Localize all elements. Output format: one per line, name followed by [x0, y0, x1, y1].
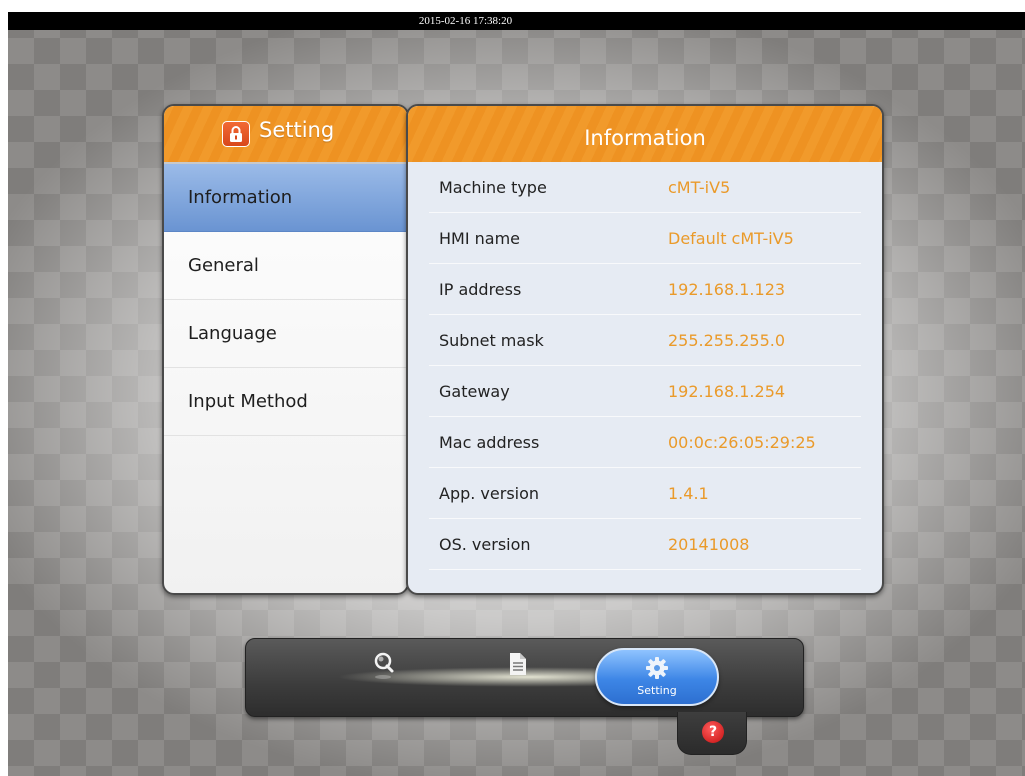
- info-row-os-version: OS. version 20141008: [429, 519, 861, 570]
- info-row-subnet-mask: Subnet mask 255.255.255.0: [429, 315, 861, 366]
- lock-icon: [222, 121, 250, 147]
- document-button[interactable]: [507, 651, 529, 683]
- info-label: Machine type: [439, 178, 547, 197]
- info-row-app-version: App. version 1.4.1: [429, 468, 861, 519]
- search-icon: [374, 652, 394, 679]
- info-row-mac-address: Mac address 00:0c:26:05:29:25: [429, 417, 861, 468]
- menu-item-label: General: [188, 255, 259, 276]
- information-panel: Information Machine type cMT-iV5 HMI nam…: [406, 104, 884, 595]
- info-value: Default cMT-iV5: [668, 229, 794, 248]
- info-row-ip-address: IP address 192.168.1.123: [429, 264, 861, 315]
- info-row-machine-type: Machine type cMT-iV5: [429, 162, 861, 213]
- bottom-dock: Setting: [245, 638, 804, 717]
- setting-button-label: Setting: [637, 684, 677, 697]
- info-value: 1.4.1: [668, 484, 709, 503]
- info-label: Subnet mask: [439, 331, 544, 350]
- settings-menu-title: Setting: [259, 118, 335, 142]
- status-datetime: 2015-02-16 17:38:20: [418, 15, 513, 27]
- info-label: OS. version: [439, 535, 531, 554]
- info-value: 20141008: [668, 535, 750, 554]
- menu-item-label: Input Method: [188, 391, 308, 412]
- settings-menu-panel: Setting Information General Language Inp…: [162, 104, 409, 595]
- document-icon: [510, 653, 526, 675]
- info-value: 255.255.255.0: [668, 331, 786, 350]
- hmi-screen: 2015-02-16 17:38:20 Setting Information …: [8, 12, 1025, 776]
- search-button[interactable]: [372, 651, 396, 685]
- info-value: 192.168.1.254: [668, 382, 786, 401]
- settings-menu-header: Setting: [164, 106, 407, 164]
- setting-button[interactable]: Setting: [595, 648, 719, 706]
- information-list: Machine type cMT-iV5 HMI name Default cM…: [408, 162, 882, 570]
- info-label: IP address: [439, 280, 522, 299]
- info-label: Gateway: [439, 382, 510, 401]
- menu-item-label: Information: [188, 187, 293, 208]
- help-tab[interactable]: ?: [677, 712, 747, 755]
- info-row-gateway: Gateway 192.168.1.254: [429, 366, 861, 417]
- help-icon[interactable]: ?: [702, 721, 724, 743]
- info-label: HMI name: [439, 229, 521, 248]
- menu-item-label: Language: [188, 323, 277, 344]
- information-title: Information: [408, 106, 882, 162]
- gear-icon: [646, 657, 668, 679]
- menu-item-information[interactable]: Information: [164, 164, 407, 232]
- menu-item-general[interactable]: General: [164, 232, 407, 300]
- status-bar: 2015-02-16 17:38:20: [8, 12, 1025, 30]
- menu-item-language[interactable]: Language: [164, 300, 407, 368]
- info-label: App. version: [439, 484, 540, 503]
- info-row-hmi-name: HMI name Default cMT-iV5: [429, 213, 861, 264]
- info-value: 00:0c:26:05:29:25: [668, 433, 816, 452]
- menu-item-input-method[interactable]: Input Method: [164, 368, 407, 436]
- info-value: 192.168.1.123: [668, 280, 786, 299]
- info-value: cMT-iV5: [668, 178, 731, 197]
- info-label: Mac address: [439, 433, 540, 452]
